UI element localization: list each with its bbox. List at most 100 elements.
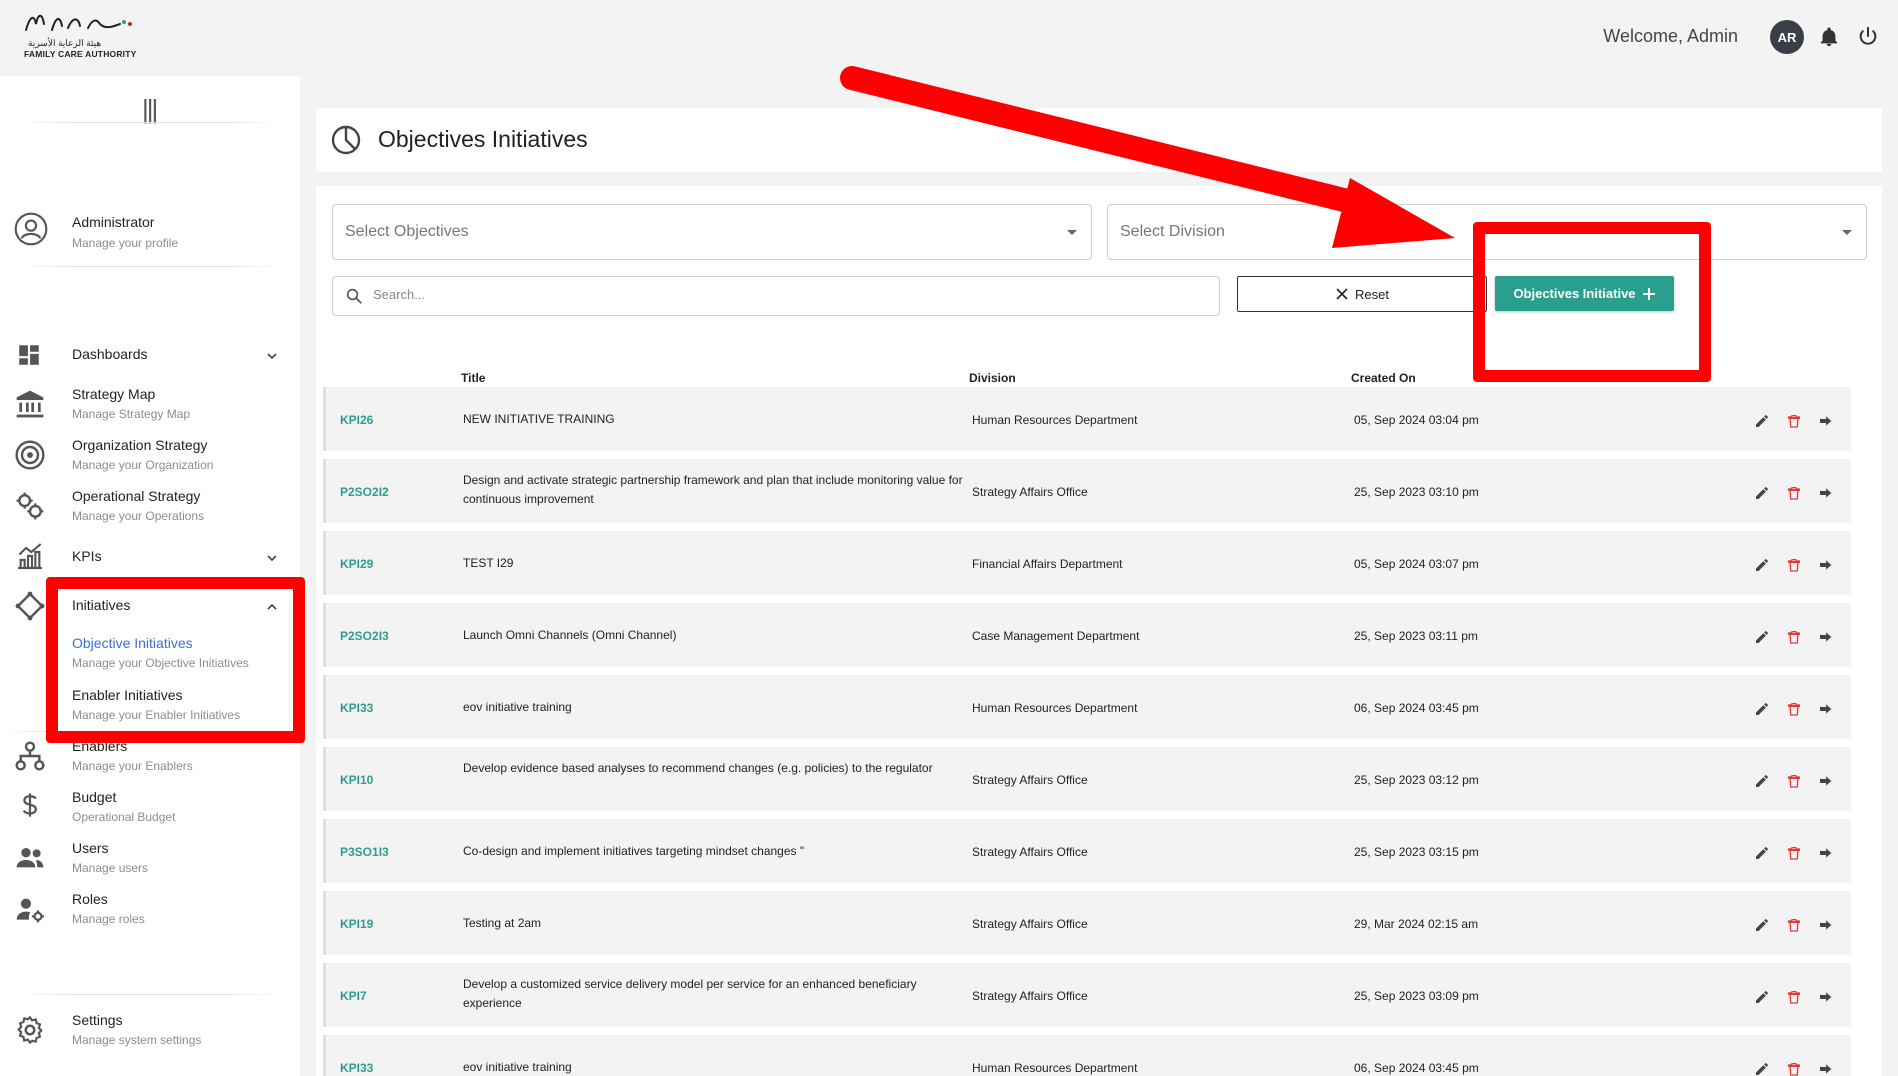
page-title: Objectives Initiatives <box>378 126 588 152</box>
edit-icon[interactable] <box>1754 845 1770 861</box>
sidebar-profile[interactable]: Administrator Manage your profile <box>0 210 300 266</box>
initiative-title: Launch Omni Channels (Omni Channel) <box>463 628 677 642</box>
delete-icon[interactable] <box>1786 629 1802 645</box>
edit-icon[interactable] <box>1754 917 1770 933</box>
column-header-title: Title <box>461 371 486 385</box>
power-icon[interactable] <box>1857 25 1879 47</box>
delete-icon[interactable] <box>1786 1061 1802 1076</box>
initiative-code[interactable]: KPI10 <box>340 773 373 787</box>
sidebar-item-subtitle: Manage system settings <box>72 1033 202 1047</box>
initiative-division: Human Resources Department <box>972 1061 1138 1075</box>
table-row[interactable]: P2SO2I2 Design and activate strategic par… <box>323 459 1851 523</box>
sidebar-item-strategy-map[interactable]: Strategy Map Manage Strategy Map <box>0 384 300 424</box>
initiative-code[interactable]: P2SO2I2 <box>340 485 389 499</box>
sidebar-item-label: Strategy Map <box>72 386 156 402</box>
divider <box>20 122 280 123</box>
delete-icon[interactable] <box>1786 773 1802 789</box>
table-row[interactable]: P3SO1I3 Co-design and implement initiativ… <box>323 819 1851 883</box>
annotation-box-initiatives-menu <box>46 577 305 743</box>
sidebar-item-label: Organization Strategy <box>72 437 208 453</box>
target-icon <box>15 440 45 470</box>
table-row[interactable]: KPI26 NEW INITIATIVE TRAINING Human Resour… <box>323 387 1851 451</box>
table-row[interactable]: KPI33 eov initiative training Human Resour… <box>323 1035 1851 1076</box>
users-icon <box>16 848 44 868</box>
edit-icon[interactable] <box>1754 1061 1770 1076</box>
initiative-division: Strategy Affairs Office <box>972 845 1088 859</box>
table-row[interactable]: KPI10 Develop evidence based analyses to … <box>323 747 1851 811</box>
edit-icon[interactable] <box>1754 989 1770 1005</box>
sidebar-item-roles[interactable]: Roles Manage roles <box>0 889 300 929</box>
delete-icon[interactable] <box>1786 557 1802 573</box>
page-title-card: Objectives Initiatives <box>316 108 1882 172</box>
sidebar-item-subtitle: Manage your Organization <box>72 458 214 472</box>
arrow-right-icon[interactable] <box>1818 557 1834 573</box>
delete-icon[interactable] <box>1786 989 1802 1005</box>
dollar-icon <box>22 793 37 817</box>
delete-icon[interactable] <box>1786 485 1802 501</box>
sidebar-item-budget[interactable]: Budget Operational Budget <box>0 787 300 827</box>
user-avatar[interactable]: AR <box>1770 20 1804 54</box>
initiative-created-on: 25, Sep 2023 03:10 pm <box>1354 485 1479 499</box>
column-header-created-on: Created On <box>1351 371 1416 385</box>
initiative-code[interactable]: P2SO2I3 <box>340 629 389 643</box>
delete-icon[interactable] <box>1786 413 1802 429</box>
arrow-right-icon[interactable] <box>1818 701 1834 717</box>
initiative-code[interactable]: KPI33 <box>340 701 373 715</box>
sidebar-item-subtitle: Manage users <box>72 861 149 875</box>
objectives-select[interactable]: Select Objectives <box>332 204 1092 260</box>
arrow-right-icon[interactable] <box>1818 917 1834 933</box>
initiative-created-on: 29, Mar 2024 02:15 am <box>1354 917 1479 931</box>
initiative-created-on: 25, Sep 2023 03:11 pm <box>1354 629 1478 643</box>
table-row[interactable]: KPI19 Testing at 2am Strategy Affairs Offi… <box>323 891 1851 955</box>
initiative-title: eov initiative training <box>463 700 572 714</box>
arrow-right-icon[interactable] <box>1818 1061 1834 1076</box>
edit-icon[interactable] <box>1754 701 1770 717</box>
edit-icon[interactable] <box>1754 413 1770 429</box>
edit-icon[interactable] <box>1754 557 1770 573</box>
table-row[interactable]: KPI33 eov initiative training Human Resour… <box>323 675 1851 739</box>
close-icon <box>1336 288 1348 300</box>
initiative-code[interactable]: P3SO1I3 <box>340 845 389 859</box>
table-row[interactable]: KPI7 Develop a customized service deliver… <box>323 963 1851 1027</box>
sidebar-item-organization-strategy[interactable]: Organization Strategy Manage your Organi… <box>0 435 300 475</box>
menu-toggle-icon[interactable]: ||| <box>142 94 158 125</box>
sidebar-item-label: KPIs <box>72 548 102 564</box>
initiative-code[interactable]: KPI19 <box>340 917 373 931</box>
arrow-right-icon[interactable] <box>1818 989 1834 1005</box>
table-row[interactable]: P2SO2I3 Launch Omni Channels (Omni Channe… <box>323 603 1851 667</box>
delete-icon[interactable] <box>1786 917 1802 933</box>
initiative-code[interactable]: KPI7 <box>340 989 367 1003</box>
family-care-authority-logo[interactable]: هيئة الرعاية الأسرية FAMILY CARE AUTHORI… <box>22 6 152 62</box>
arrow-right-icon[interactable] <box>1818 485 1834 501</box>
edit-icon[interactable] <box>1754 485 1770 501</box>
top-header: هيئة الرعاية الأسرية FAMILY CARE AUTHORI… <box>0 0 1898 76</box>
arrow-right-icon[interactable] <box>1818 845 1834 861</box>
sidebar-item-operational-strategy[interactable]: Operational Strategy Manage your Operati… <box>0 486 300 526</box>
search-field[interactable] <box>332 276 1220 316</box>
arrow-right-icon[interactable] <box>1818 773 1834 789</box>
initiative-division: Human Resources Department <box>972 701 1138 715</box>
sidebar-item-settings[interactable]: Settings Manage system settings <box>0 1010 300 1050</box>
delete-icon[interactable] <box>1786 701 1802 717</box>
edit-icon[interactable] <box>1754 773 1770 789</box>
arrow-right-icon[interactable] <box>1818 413 1834 429</box>
sidebar-item-dashboards[interactable]: Dashboards <box>0 340 300 370</box>
table-row[interactable]: KPI29 TEST I29 Financial Affairs Departmen… <box>323 531 1851 595</box>
delete-icon[interactable] <box>1786 845 1802 861</box>
sidebar-item-kpis[interactable]: KPIs <box>0 540 300 572</box>
chevron-down-icon <box>267 555 277 562</box>
initiative-code[interactable]: KPI26 <box>340 413 373 427</box>
initiative-created-on: 25, Sep 2023 03:09 pm <box>1354 989 1479 1003</box>
initiative-code[interactable]: KPI29 <box>340 557 373 571</box>
search-input[interactable] <box>373 287 1173 302</box>
initiatives-icon <box>15 591 45 621</box>
objectives-select-placeholder: Select Objectives <box>345 223 469 240</box>
initiative-code[interactable]: KPI33 <box>340 1061 373 1075</box>
edit-icon[interactable] <box>1754 629 1770 645</box>
dropdown-arrow-icon <box>1842 230 1852 235</box>
sidebar-item-users[interactable]: Users Manage users <box>0 838 300 878</box>
arrow-right-icon[interactable] <box>1818 629 1834 645</box>
reset-button[interactable]: Reset <box>1237 276 1487 312</box>
bell-icon[interactable] <box>1818 26 1840 48</box>
chevron-down-icon <box>267 353 277 360</box>
